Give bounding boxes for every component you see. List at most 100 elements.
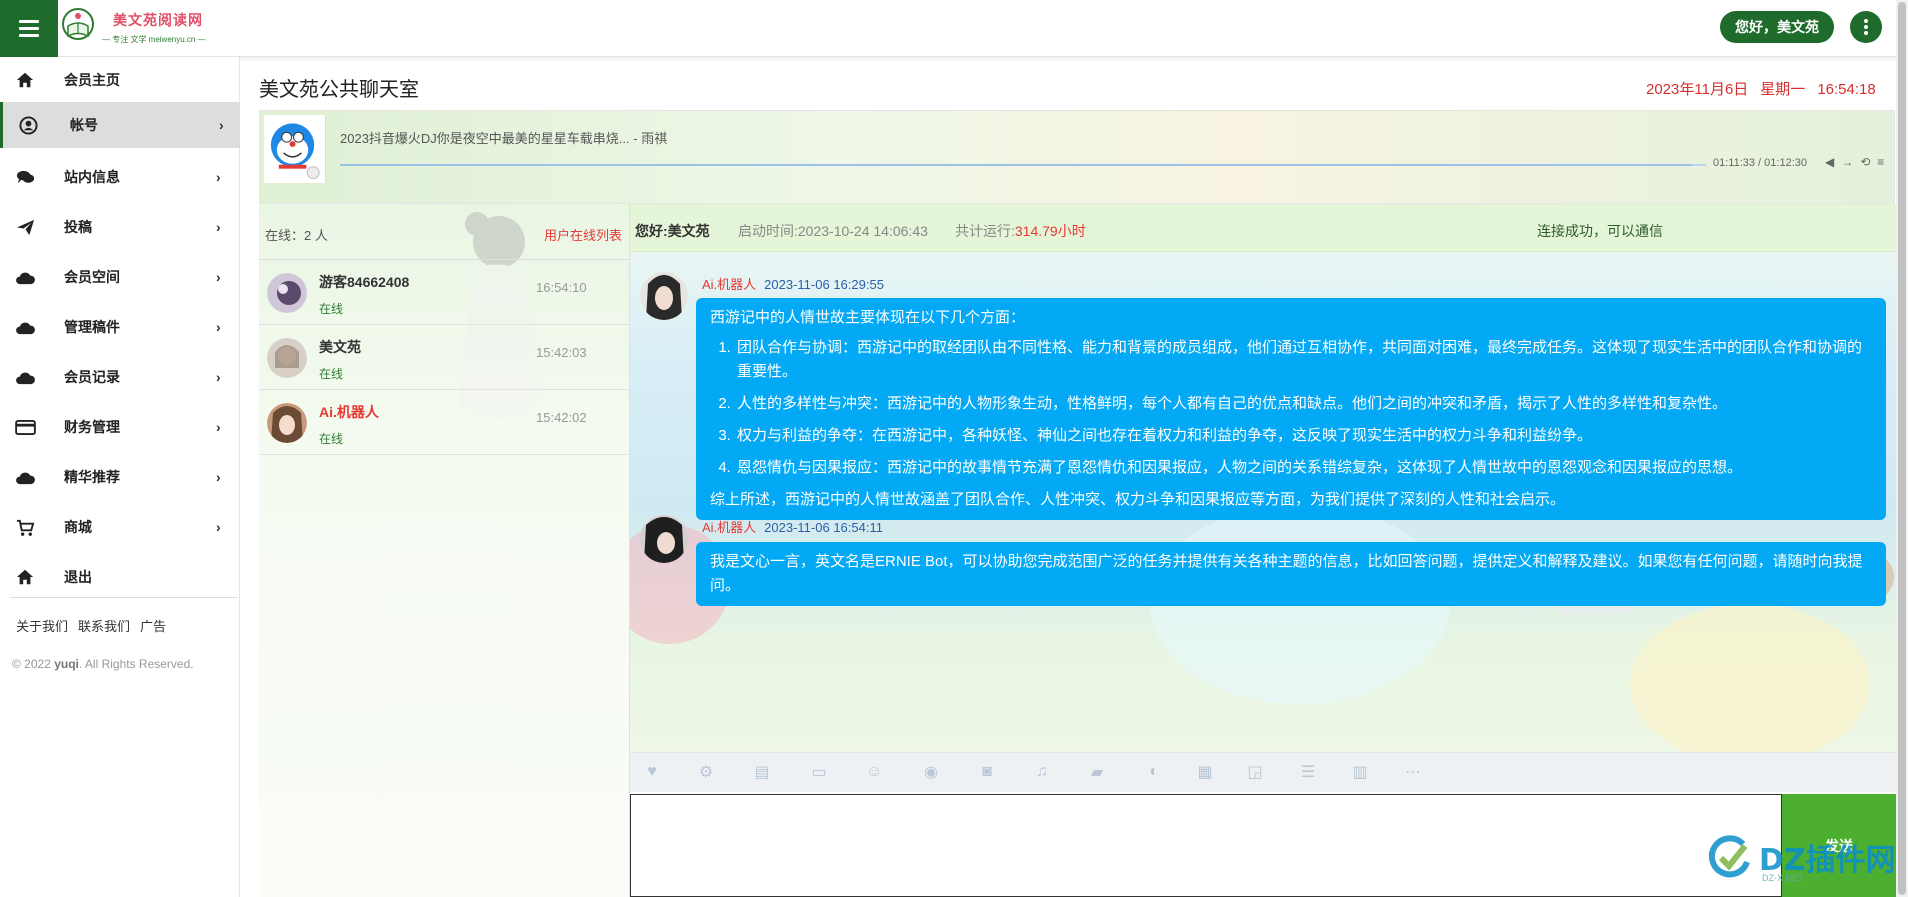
logo-title: 美文苑阅读网 — [113, 12, 203, 28]
bot-message-bubble: 西游记中的人情世故主要体现在以下几个方面： 团队合作与协调：西游记中的取经团队由… — [696, 298, 1886, 520]
sidebar-item[interactable]: 会员空间 › — [0, 254, 240, 300]
smile-icon[interactable]: ☺ — [864, 762, 884, 782]
message-point: 权力与利益的争夺：在西游记中，各种妖怪、神仙之间也存在着权力和利益的争夺，这反映… — [735, 424, 1872, 448]
sidebar-item[interactable]: 站内信息 › — [0, 154, 240, 200]
site-watermark: DZ插件网 DZ-X.NET — [1705, 827, 1896, 887]
sidebar-item[interactable]: 会员主页 — [0, 57, 240, 103]
chevron-right-icon: › — [216, 219, 221, 235]
sidebar-item-label: 财务管理 — [64, 419, 120, 435]
sidebar-item[interactable]: 帐号 › — [0, 102, 240, 148]
playlist-icon[interactable]: ≡ — [1877, 155, 1884, 169]
chevron-right-icon: › — [216, 469, 221, 485]
comments-icon — [14, 166, 36, 188]
scrollbar-thumb[interactable] — [1898, 2, 1906, 895]
chevron-right-icon: › — [219, 117, 224, 133]
chevron-right-icon: › — [216, 169, 221, 185]
runtime-label: 共计运行: — [955, 223, 1015, 239]
online-user-row[interactable]: 美文苑 在线 15:42:03 — [259, 325, 630, 390]
bot-message-bubble: 我是文心一言，英文名是ERNIE Bot，可以协助您完成范围广泛的任务并提供有关… — [696, 542, 1886, 606]
camera-icon[interactable]: ◙ — [977, 762, 997, 782]
chevron-right-icon: › — [216, 419, 221, 435]
player-controls: ◀ → ⟲ ≡ — [1825, 155, 1884, 169]
sidebar-item[interactable]: 退出 — [0, 554, 240, 600]
user-name: 游客84662408 — [319, 274, 410, 290]
menu-icon — [19, 18, 39, 39]
id-card-icon[interactable]: ▭ — [809, 762, 829, 782]
toggle-icon[interactable]: ◐ — [1144, 762, 1164, 782]
chevron-right-icon: › — [216, 269, 221, 285]
heart-icon[interactable]: ♥ — [642, 762, 662, 782]
volume-icon[interactable]: ◀ — [1825, 155, 1834, 169]
user-greeting-button[interactable]: 您好，美文苑 — [1720, 11, 1834, 43]
chat-status-bar: 您好:美文苑 启动时间:2023-10-24 14:06:43 共计运行:314… — [630, 204, 1896, 252]
music-icon[interactable]: ♫ — [1032, 762, 1052, 782]
sidebar-item-label: 会员主页 — [64, 72, 120, 88]
trash-icon[interactable]: ▥ — [1350, 762, 1370, 782]
sidebar-item-label: 退出 — [64, 569, 92, 585]
player-song-title: 2023抖音爆火DJ你是夜空中最美的星星车载串烧... - 雨祺 — [340, 131, 668, 146]
page-title: 美文苑公共聊天室 — [259, 79, 419, 101]
user-status: 在线 — [319, 432, 344, 446]
chat-toolbar: ♥ ⚙ ▤ ▭ ☺ ◉ ◙ ♫ ▰ ◐ ▦ ◲ ☰ ▥ ⋯ — [630, 752, 1896, 792]
bot-avatar[interactable] — [640, 515, 688, 563]
user-circle-icon[interactable]: ◉ — [921, 762, 941, 782]
player-progress-bar[interactable] — [340, 164, 1706, 166]
message-text: 我是文心一言，英文名是ERNIE Bot，可以协助您完成范围广泛的任务并提供有关… — [710, 553, 1863, 594]
more-icon[interactable]: ⋯ — [1403, 762, 1423, 782]
cloud-icon — [14, 466, 36, 488]
current-date: 2023年11月6日 — [1646, 81, 1749, 98]
sidebar-item[interactable]: 投稿 › — [0, 204, 240, 250]
folder-open-icon[interactable]: ▰ — [1087, 762, 1107, 782]
status-start-time: 启动时间:2023-10-24 14:06:43 — [738, 223, 928, 239]
sidebar-item[interactable]: 管理稿件 › — [0, 304, 240, 350]
user-time: 16:54:10 — [536, 280, 587, 295]
rss-icon[interactable]: ◲ — [1245, 762, 1265, 782]
message-meta: Ai.机器人 2023-11-06 16:29:55 — [702, 274, 884, 293]
user-avatar — [267, 273, 307, 313]
watermark-logo-icon — [1708, 835, 1750, 878]
sidebar-item[interactable]: 商城 › — [0, 504, 240, 550]
chess-icon[interactable]: ▦ — [1195, 762, 1215, 782]
online-user-row[interactable]: 游客84662408 在线 16:54:10 — [259, 260, 630, 325]
user-status: 在线 — [319, 367, 344, 381]
cloud-icon — [14, 266, 36, 288]
chevron-right-icon: › — [216, 369, 221, 385]
player-time: 01:11:33 / 01:12:30 — [1713, 157, 1807, 169]
sidebar-item[interactable]: 财务管理 › — [0, 404, 240, 450]
online-count: 在线：2 人 — [265, 228, 328, 243]
sidebar-item[interactable]: 会员记录 › — [0, 354, 240, 400]
sidebar-item[interactable]: 精华推荐 › — [0, 454, 240, 500]
hamburger-menu-button[interactable] — [0, 0, 58, 57]
message-points-list: 团队合作与协调：西游记中的取经团队由不同性格、能力和背景的成员组成，他们通过互相… — [735, 336, 1872, 480]
sidebar-item-label: 管理稿件 — [64, 319, 120, 335]
book-logo-icon — [62, 8, 94, 40]
online-user-row[interactable]: Ai.机器人 在线 15:42:02 — [259, 390, 630, 455]
site-logo[interactable]: 美文苑阅读网 — 专注 文学 meiwenyu.cn — — [58, 4, 218, 52]
chevron-right-icon: › — [216, 319, 221, 335]
map-icon[interactable]: ▤ — [752, 762, 772, 782]
sidebar-item-label: 投稿 — [64, 219, 92, 235]
more-options-button[interactable] — [1850, 11, 1882, 43]
top-bar: 美文苑阅读网 — 专注 文学 meiwenyu.cn — 您好，美文苑 — [0, 0, 1908, 57]
repeat-icon[interactable]: ⟲ — [1860, 155, 1870, 169]
about-us-link[interactable]: 关于我们 — [16, 619, 68, 634]
sidebar-item-label: 会员记录 — [64, 369, 120, 385]
credit-card-icon — [14, 416, 36, 438]
next-track-icon[interactable]: → — [1841, 155, 1853, 169]
online-list-link[interactable]: 用户在线列表 — [544, 225, 622, 244]
chat-area[interactable]: 您好:美文苑 启动时间:2023-10-24 14:06:43 共计运行:314… — [630, 204, 1896, 752]
sidebar-item-label: 会员空间 — [64, 269, 120, 285]
paper-plane-icon — [14, 216, 36, 238]
list-icon[interactable]: ☰ — [1298, 762, 1318, 782]
player-cover-image[interactable] — [264, 115, 326, 183]
page-scrollbar[interactable] — [1896, 0, 1908, 897]
ads-link[interactable]: 广告 — [140, 619, 166, 634]
message-time: 2023-11-06 16:54:11 — [764, 520, 883, 535]
message-input[interactable] — [630, 794, 1782, 897]
cart-icon — [14, 516, 36, 538]
cloud-icon — [14, 316, 36, 338]
gear-icon[interactable]: ⚙ — [696, 762, 716, 782]
bot-avatar[interactable] — [640, 272, 688, 320]
contact-us-link[interactable]: 联系我们 — [78, 619, 130, 634]
home-icon — [14, 69, 36, 91]
